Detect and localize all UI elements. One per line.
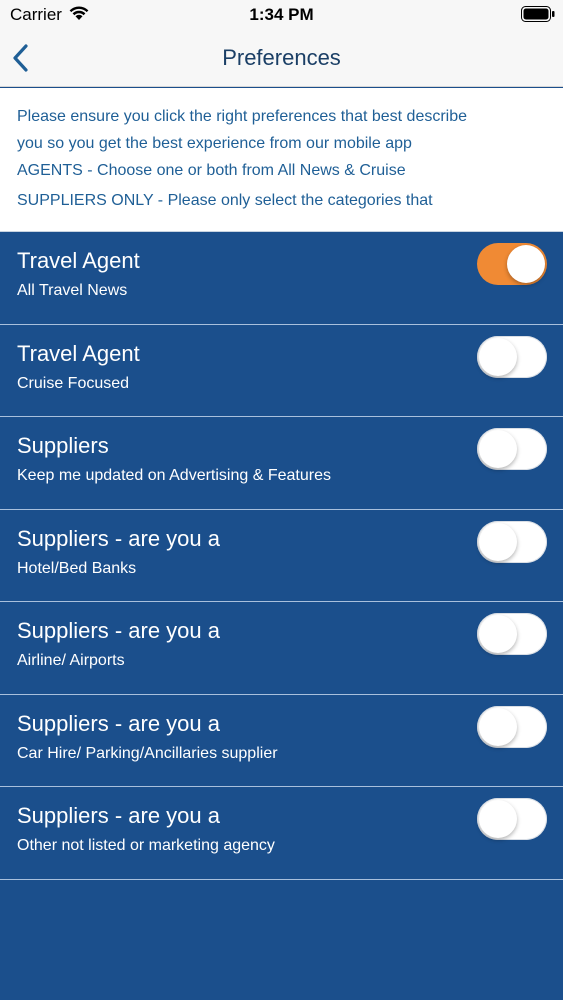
preference-title: Suppliers - are you a [17, 525, 220, 551]
preference-row-travel-agent-cruise: Travel Agent Cruise Focused [0, 325, 563, 417]
preference-subtitle: Cruise Focused [17, 374, 130, 392]
preference-row-suppliers-other: Suppliers - are you a Other not listed o… [0, 787, 563, 880]
intro-line: AGENTS - Choose one or both from All New… [17, 162, 406, 179]
preferences-list: Travel Agent All Travel News Travel Agen… [0, 232, 563, 880]
preference-toggle[interactable] [477, 613, 547, 655]
preference-subtitle: Other not listed or marketing agency [17, 837, 275, 854]
battery-icon [521, 6, 555, 22]
status-bar: Carrier 1:34 PM [0, 0, 563, 30]
navigation-bar: Preferences [0, 30, 563, 87]
preference-title: Suppliers - are you a [17, 803, 220, 828]
preference-title: Suppliers - are you a [17, 618, 220, 643]
preference-toggle[interactable] [477, 335, 547, 378]
toggle-knob [479, 337, 517, 376]
preference-row-suppliers-airline: Suppliers - are you a Airline/ Airports [0, 602, 563, 695]
preference-row-suppliers-hotel: Suppliers - are you a Hotel/Bed Banks [0, 510, 563, 602]
toggle-knob [507, 245, 545, 283]
preference-subtitle: Car Hire/ Parking/Ancillaries supplier [17, 744, 278, 762]
preference-title: Travel Agent [17, 340, 140, 366]
preference-toggle[interactable] [477, 520, 547, 563]
preference-toggle[interactable] [477, 705, 547, 748]
toggle-knob [479, 707, 517, 746]
intro-text: Please ensure you click the right prefer… [0, 88, 563, 232]
preference-subtitle: All Travel News [17, 282, 128, 299]
preference-toggle[interactable] [477, 428, 547, 470]
preference-subtitle: Keep me updated on Advertising & Feature… [17, 467, 331, 484]
toggle-knob [479, 615, 517, 653]
toggle-knob [479, 800, 517, 838]
preference-row-travel-agent-all-news: Travel Agent All Travel News [0, 232, 563, 325]
toggle-knob [479, 430, 517, 468]
intro-line: SUPPLIERS ONLY - Please only select the … [17, 192, 433, 209]
preference-toggle[interactable] [477, 243, 547, 285]
preference-toggle[interactable] [477, 798, 547, 840]
preference-title: Travel Agent [17, 248, 140, 273]
preference-title: Suppliers [17, 433, 109, 458]
toggle-knob [479, 522, 517, 561]
status-time: 1:34 PM [249, 5, 314, 24]
intro-line: you so you get the best experience from … [17, 135, 412, 152]
page-title: Preferences [222, 45, 341, 70]
preference-row-suppliers-advertising: Suppliers Keep me updated on Advertising… [0, 417, 563, 510]
preference-row-suppliers-car-hire: Suppliers - are you a Car Hire/ Parking/… [0, 695, 563, 787]
preference-subtitle: Hotel/Bed Banks [17, 559, 137, 577]
preference-subtitle: Airline/ Airports [17, 652, 125, 669]
preference-title: Suppliers - are you a [17, 710, 220, 736]
intro-line: Please ensure you click the right prefer… [17, 108, 468, 125]
